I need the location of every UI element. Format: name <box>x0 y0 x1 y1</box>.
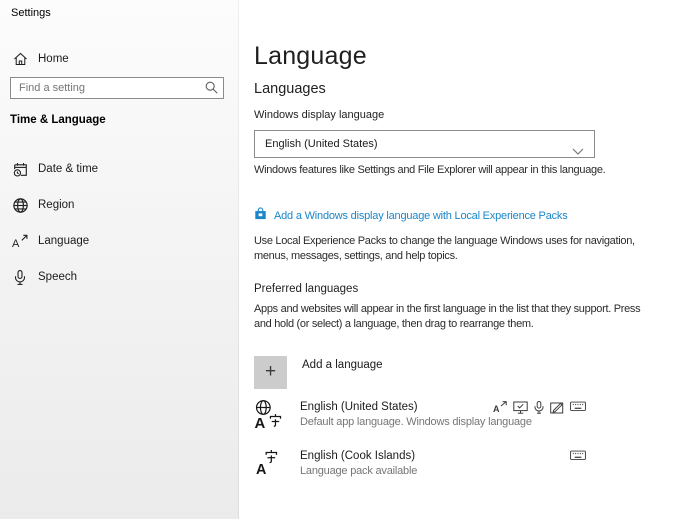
sidebar-item-label: Date & time <box>38 163 98 175</box>
language-name: English (Cook Islands) <box>300 450 415 462</box>
preferred-languages-description: Apps and websites will appear in the fir… <box>254 302 644 332</box>
sidebar-item-label: Language <box>38 235 89 247</box>
display-language-icon <box>513 401 528 414</box>
store-bag-icon <box>254 207 267 225</box>
language-row-english-cook-islands[interactable]: A English (Cook Islands) Language pack a… <box>254 447 666 483</box>
app-title: Settings <box>11 7 51 19</box>
add-language-button[interactable]: + Add a language <box>254 356 383 389</box>
calendar-clock-icon <box>12 161 28 177</box>
page-title: Language <box>254 42 367 71</box>
handwriting-icon <box>550 401 564 414</box>
sidebar-item-home[interactable]: Home <box>0 44 239 74</box>
search-icon <box>205 81 218 99</box>
display-language-label: Windows display language <box>254 109 384 121</box>
plus-icon: + <box>254 356 287 389</box>
language-status: Default app language. Windows display la… <box>300 416 532 428</box>
add-language-label: Add a language <box>302 359 383 389</box>
store-link[interactable]: Add a Windows display language with Loca… <box>254 207 568 225</box>
sidebar-item-region[interactable]: Region <box>0 190 239 220</box>
language-name: English (United States) <box>300 401 418 413</box>
sidebar-section-title: Time & Language <box>10 114 106 126</box>
speech-icon <box>534 401 544 414</box>
home-icon <box>12 51 28 67</box>
sidebar: Settings Home Time & Language <box>0 0 239 519</box>
sidebar-item-speech[interactable]: Speech <box>0 262 239 292</box>
svg-text:A: A <box>493 404 500 414</box>
microphone-icon <box>12 269 28 285</box>
keyboard-icon <box>570 450 586 461</box>
language-features-icon: A <box>493 401 507 413</box>
svg-text:A: A <box>12 238 20 250</box>
sidebar-item-label: Home <box>38 53 69 65</box>
globe-language-icon: A <box>254 399 282 435</box>
sidebar-item-label: Speech <box>38 271 77 283</box>
language-status: Language pack available <box>300 465 417 477</box>
search-input[interactable] <box>10 77 224 99</box>
sidebar-item-language[interactable]: A Language <box>0 226 239 256</box>
lxp-description: Use Local Experience Packs to change the… <box>254 234 644 264</box>
globe-icon <box>12 197 28 213</box>
search-box <box>10 77 224 99</box>
language-row-english-united-states[interactable]: A English (United States) Default app la… <box>254 398 666 434</box>
display-language-description: Windows features like Settings and File … <box>254 163 644 178</box>
language-icon: A <box>12 233 28 249</box>
settings-window: Settings Home Time & Language <box>0 0 681 519</box>
svg-text:A: A <box>254 415 265 432</box>
language-feature-icons: A <box>493 401 586 414</box>
text-language-icon: A <box>256 449 279 481</box>
sidebar-item-label: Region <box>38 199 74 211</box>
keyboard-icon <box>570 401 586 412</box>
preferred-languages-heading: Preferred languages <box>254 283 358 295</box>
language-settings-page: Language Languages Windows display langu… <box>239 0 681 519</box>
svg-text:A: A <box>256 462 266 478</box>
display-language-dropdown[interactable]: English (United States) <box>254 130 595 158</box>
chevron-down-icon <box>572 142 584 160</box>
language-feature-icons <box>570 450 586 461</box>
dropdown-selected-value: English (United States) <box>265 138 378 150</box>
sidebar-item-date-time[interactable]: Date & time <box>0 154 239 184</box>
store-link-label: Add a Windows display language with Loca… <box>274 210 568 222</box>
languages-heading: Languages <box>254 81 326 97</box>
